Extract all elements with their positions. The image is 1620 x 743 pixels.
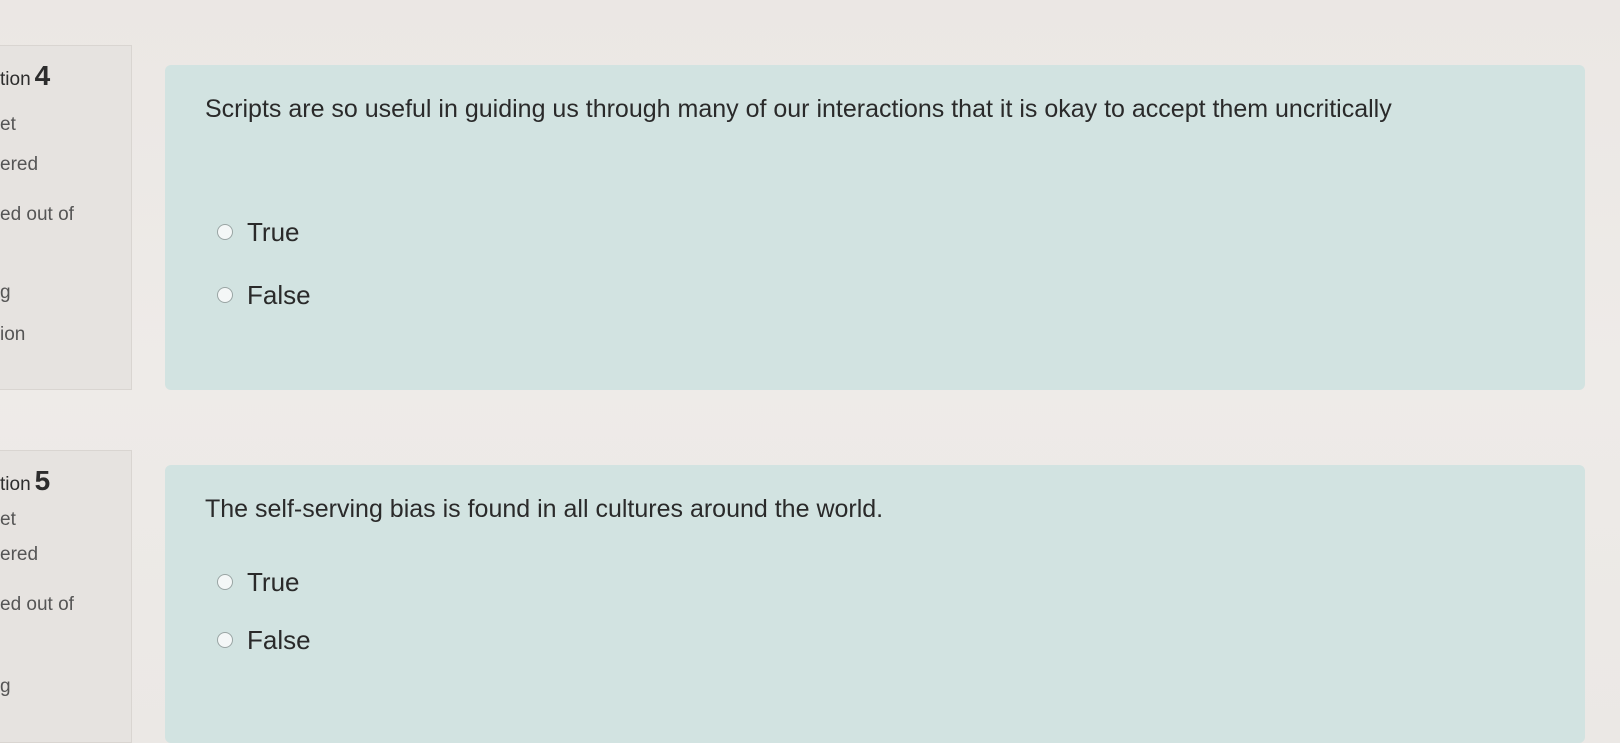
radio-button[interactable]	[217, 224, 233, 240]
option-label: True	[247, 566, 300, 597]
question-block-5: tion 5 et ered ed out of g The self-servi…	[0, 450, 1620, 743]
question-text: The self-serving bias is found in all cu…	[205, 495, 884, 523]
option-label: True	[247, 216, 300, 247]
info-points-line: ed out of	[0, 594, 74, 615]
question-prefix: tion	[0, 474, 31, 495]
option-false[interactable]: False	[217, 623, 311, 657]
question-number: 4	[34, 60, 51, 91]
question-info-panel: tion 4 et ered ed out of g ion	[0, 45, 132, 390]
info-answered-line: ered	[0, 154, 39, 175]
question-block-4: tion 4 et ered ed out of g ion Scripts ar…	[0, 45, 1620, 390]
question-number: 5	[34, 465, 51, 496]
option-false[interactable]: False	[217, 278, 311, 312]
radio-button[interactable]	[217, 632, 233, 648]
info-flag-line: g	[0, 282, 11, 303]
question-prefix: tion	[0, 69, 31, 90]
question-number-label: tion 5	[0, 465, 132, 497]
question-content: Scripts are so useful in guiding us thro…	[165, 65, 1585, 390]
info-status-line: et	[0, 509, 16, 530]
radio-button[interactable]	[217, 287, 233, 303]
info-answered-line: ered	[0, 544, 39, 565]
info-status-line: et	[0, 114, 16, 135]
option-true[interactable]: True	[217, 215, 300, 249]
question-number-label: tion 4	[0, 60, 132, 92]
info-flag-line: g	[0, 676, 11, 697]
question-info-panel: tion 5 et ered ed out of g	[0, 450, 132, 743]
option-label: False	[247, 279, 311, 310]
option-label: False	[247, 624, 311, 655]
option-true[interactable]: True	[217, 565, 300, 599]
radio-button[interactable]	[217, 574, 233, 590]
info-points-line: ed out of	[0, 204, 74, 225]
question-content: The self-serving bias is found in all cu…	[165, 465, 1585, 743]
quiz-page: tion 4 et ered ed out of g ion Scripts ar…	[0, 0, 1620, 743]
info-question-line: ion	[0, 324, 26, 345]
question-text: Scripts are so useful in guiding us thro…	[205, 95, 1392, 123]
